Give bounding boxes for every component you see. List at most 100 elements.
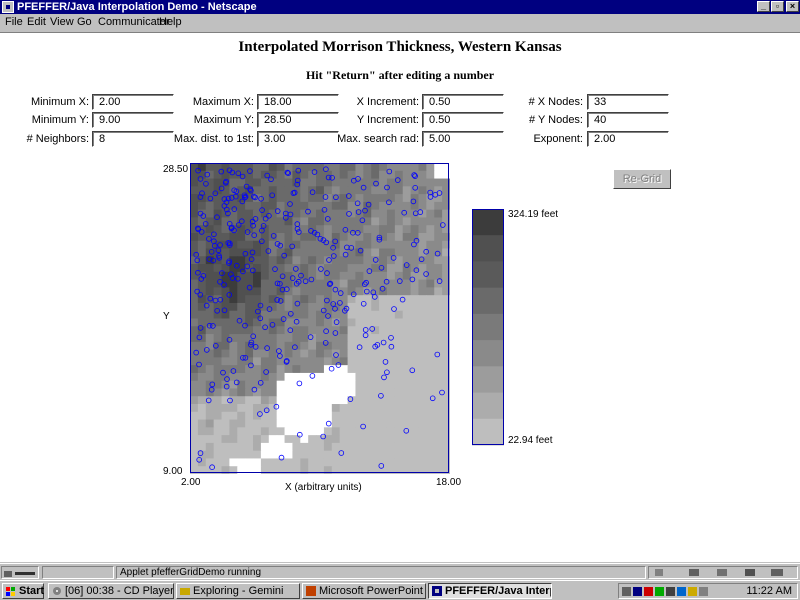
- explorer-folder-icon: [180, 588, 190, 595]
- grid-cell: [418, 380, 427, 389]
- grid-cell: [418, 295, 427, 304]
- grid-cell: [316, 442, 325, 452]
- grid-cell: [245, 450, 254, 459]
- task-powerpoint[interactable]: Microsoft PowerPoint - [02...: [302, 583, 426, 599]
- grid-cell: [237, 357, 246, 366]
- x-nodes-input[interactable]: [587, 94, 669, 110]
- grid-cell: [300, 450, 309, 459]
- grid-cell: [190, 279, 199, 288]
- start-button[interactable]: Start: [2, 583, 44, 599]
- restore-button[interactable]: ▫: [771, 1, 784, 12]
- network-icon[interactable]: [655, 587, 664, 596]
- grid-cell: [347, 310, 356, 319]
- grid-cell: [300, 194, 309, 203]
- menu-help[interactable]: Help: [159, 16, 182, 28]
- task-label: Exploring - Gemini: [193, 585, 284, 597]
- grid-cell: [316, 201, 325, 211]
- grid-cell: [347, 256, 356, 265]
- task-pfeffer-netscape[interactable]: PFEFFER/Java Interp...: [428, 583, 552, 599]
- grid-cell: [284, 419, 293, 428]
- menu-file[interactable]: File: [5, 16, 23, 28]
- y-nodes-input[interactable]: [587, 112, 669, 128]
- grid-cell: [323, 225, 333, 234]
- grid-cell: [213, 427, 223, 436]
- x-increment-label: X Increment:: [356, 96, 419, 108]
- menu-view[interactable]: View: [50, 16, 74, 28]
- grid-cell: [434, 318, 443, 327]
- grid-cell: [402, 194, 412, 203]
- scheduler-icon[interactable]: [688, 587, 697, 596]
- grid-cell: [229, 450, 238, 459]
- grid-cell: [292, 380, 301, 389]
- antivirus-icon[interactable]: [644, 587, 653, 596]
- netscape-app-icon[interactable]: [2, 1, 14, 13]
- grid-cell: [260, 334, 270, 343]
- grid-cell: [331, 264, 341, 273]
- grid-cell: [379, 295, 388, 304]
- printer-icon[interactable]: [666, 587, 675, 596]
- grid-cell: [379, 186, 388, 195]
- grid-cell: [316, 349, 325, 358]
- grid-cell: [245, 396, 254, 405]
- grid-cell: [371, 458, 380, 467]
- security-indicator[interactable]: [1, 566, 39, 579]
- grid-cell: [426, 194, 435, 203]
- grid-cell: [237, 264, 246, 273]
- minimize-button[interactable]: _: [757, 1, 770, 12]
- grid-cell: [371, 310, 380, 319]
- grid-cell: [402, 411, 412, 421]
- grid-cell: [229, 419, 238, 428]
- grid-cell: [190, 388, 199, 397]
- grid-cell: [434, 458, 443, 467]
- grid-cell: [316, 256, 325, 265]
- menu-go[interactable]: Go: [77, 16, 92, 28]
- grid-cell: [386, 450, 396, 459]
- close-button[interactable]: ×: [786, 1, 799, 12]
- grid-cell: [410, 411, 419, 421]
- grid-cell: [308, 264, 317, 273]
- grid-cell: [245, 404, 254, 413]
- grid-cell: [418, 411, 427, 421]
- menu-edit[interactable]: Edit: [27, 16, 46, 28]
- grid-cell: [371, 396, 380, 405]
- grid-cell: [410, 279, 419, 288]
- grid-cell: [221, 287, 230, 296]
- grid-cell: [260, 442, 270, 452]
- globe-icon[interactable]: [677, 587, 686, 596]
- regrid-button[interactable]: Re-Grid: [613, 169, 671, 189]
- grid-cell: [402, 404, 412, 413]
- grid-cell: [284, 264, 293, 273]
- window-titlebar[interactable]: PFEFFER/Java Interpolation Demo - Netsca…: [0, 0, 800, 14]
- grid-cell: [308, 295, 317, 304]
- power-icon[interactable]: [699, 587, 708, 596]
- component-bar[interactable]: [648, 566, 798, 579]
- grid-cell: [221, 396, 230, 405]
- grid-cell: [260, 419, 270, 428]
- grid-cell: [402, 302, 412, 312]
- monitor-icon[interactable]: [633, 587, 642, 596]
- grid-cell: [197, 365, 207, 374]
- taskbar-clock: 11:22 AM: [746, 585, 792, 597]
- exponent-input[interactable]: [587, 131, 669, 147]
- task-cd-player[interactable]: [06] 00:38 - CD Player: [48, 583, 174, 599]
- grid-cell: [276, 411, 286, 421]
- grid-cell: [363, 349, 372, 358]
- grid-cell: [268, 271, 278, 281]
- grid-cell: [410, 349, 419, 358]
- grid-cell: [205, 334, 215, 343]
- speaker-icon[interactable]: [622, 587, 631, 596]
- grid-cell: [221, 326, 230, 335]
- grid-cell: [410, 458, 419, 467]
- task-exploring-gemini[interactable]: Exploring - Gemini: [176, 583, 300, 599]
- grid-cell: [339, 450, 349, 459]
- grid-cell: [355, 287, 364, 296]
- exponent-label: Exponent:: [533, 133, 583, 145]
- legend-band: [472, 261, 504, 289]
- grid-cell: [379, 248, 388, 257]
- grid-cell: [339, 256, 349, 265]
- grid-cell: [426, 178, 435, 187]
- grid-cell: [284, 450, 293, 459]
- grid-cell: [292, 396, 301, 405]
- grid-cell: [434, 178, 443, 187]
- grid-cell: [379, 163, 388, 172]
